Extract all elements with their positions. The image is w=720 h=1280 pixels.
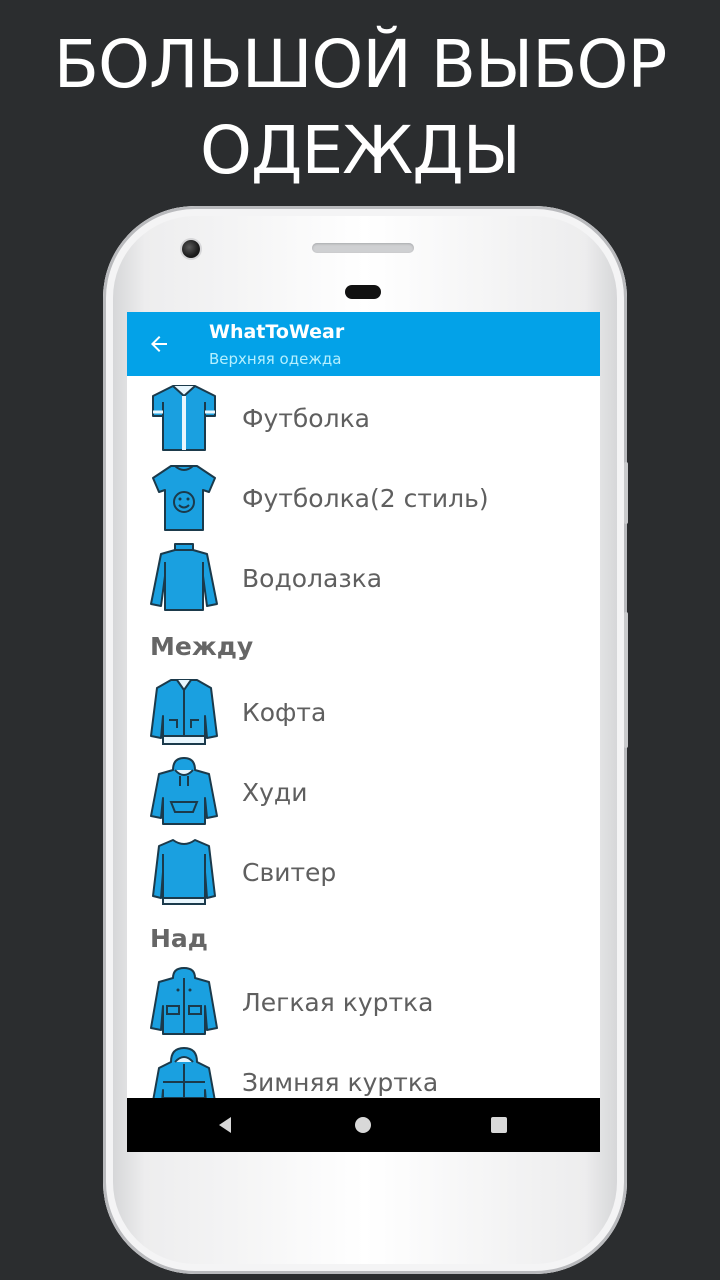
- list-item-cardigan[interactable]: Кофта: [127, 672, 600, 752]
- list-item-light-jacket[interactable]: Легкая куртка: [127, 962, 600, 1042]
- system-navigation-bar: [127, 1098, 600, 1152]
- app-screen: WhatToWear Верхняя одежда Футболка Футбо…: [127, 312, 600, 1152]
- light-jacket-icon: [150, 967, 218, 1035]
- app-title: WhatToWear: [209, 321, 345, 343]
- smiley-tshirt-icon: [152, 465, 216, 531]
- phone-side-button: [624, 462, 628, 524]
- promo-line-2: ОДЕЖДЫ: [199, 112, 521, 189]
- app-toolbar: WhatToWear Верхняя одежда: [127, 312, 600, 376]
- back-arrow-icon[interactable]: [147, 332, 171, 356]
- nav-recents-icon[interactable]: [491, 1117, 507, 1133]
- promo-headline: БОЛЬШОЙ ВЫБОР ОДЕЖДЫ: [0, 22, 720, 194]
- list-item-tshirt[interactable]: Футболка: [127, 378, 600, 458]
- proximity-sensor: [345, 285, 381, 299]
- earpiece-speaker: [312, 243, 414, 253]
- list-item-turtleneck[interactable]: Водолазка: [127, 538, 600, 618]
- list-item-label: Зимняя куртка: [242, 1068, 439, 1097]
- nav-home-icon[interactable]: [355, 1117, 371, 1133]
- list-item-label: Кофта: [242, 698, 327, 727]
- app-subtitle: Верхняя одежда: [209, 350, 342, 368]
- turtleneck-icon: [150, 543, 218, 611]
- list-item-hoodie[interactable]: Худи: [127, 752, 600, 832]
- nav-back-icon[interactable]: [215, 1115, 235, 1135]
- list-item-label: Легкая куртка: [242, 988, 434, 1017]
- hoodie-icon: [150, 757, 218, 825]
- section-header-between: Между: [150, 632, 254, 661]
- section-header-over: Над: [150, 924, 208, 953]
- front-camera: [182, 240, 200, 258]
- phone-volume-button: [624, 612, 628, 748]
- list-item-sweater[interactable]: Свитер: [127, 832, 600, 912]
- sweater-icon: [152, 839, 216, 905]
- promo-line-1: БОЛЬШОЙ ВЫБОР: [53, 26, 668, 103]
- list-item-tshirt-style-2[interactable]: Футболка(2 стиль): [127, 458, 600, 538]
- list-item-label: Водолазка: [242, 564, 383, 593]
- list-item-label: Футболка: [242, 404, 370, 433]
- list-item-label: Худи: [242, 778, 308, 807]
- list-item-label: Футболка(2 стиль): [242, 484, 489, 513]
- polo-shirt-icon: [152, 385, 216, 451]
- zip-jacket-icon: [150, 679, 218, 745]
- list-item-label: Свитер: [242, 858, 337, 887]
